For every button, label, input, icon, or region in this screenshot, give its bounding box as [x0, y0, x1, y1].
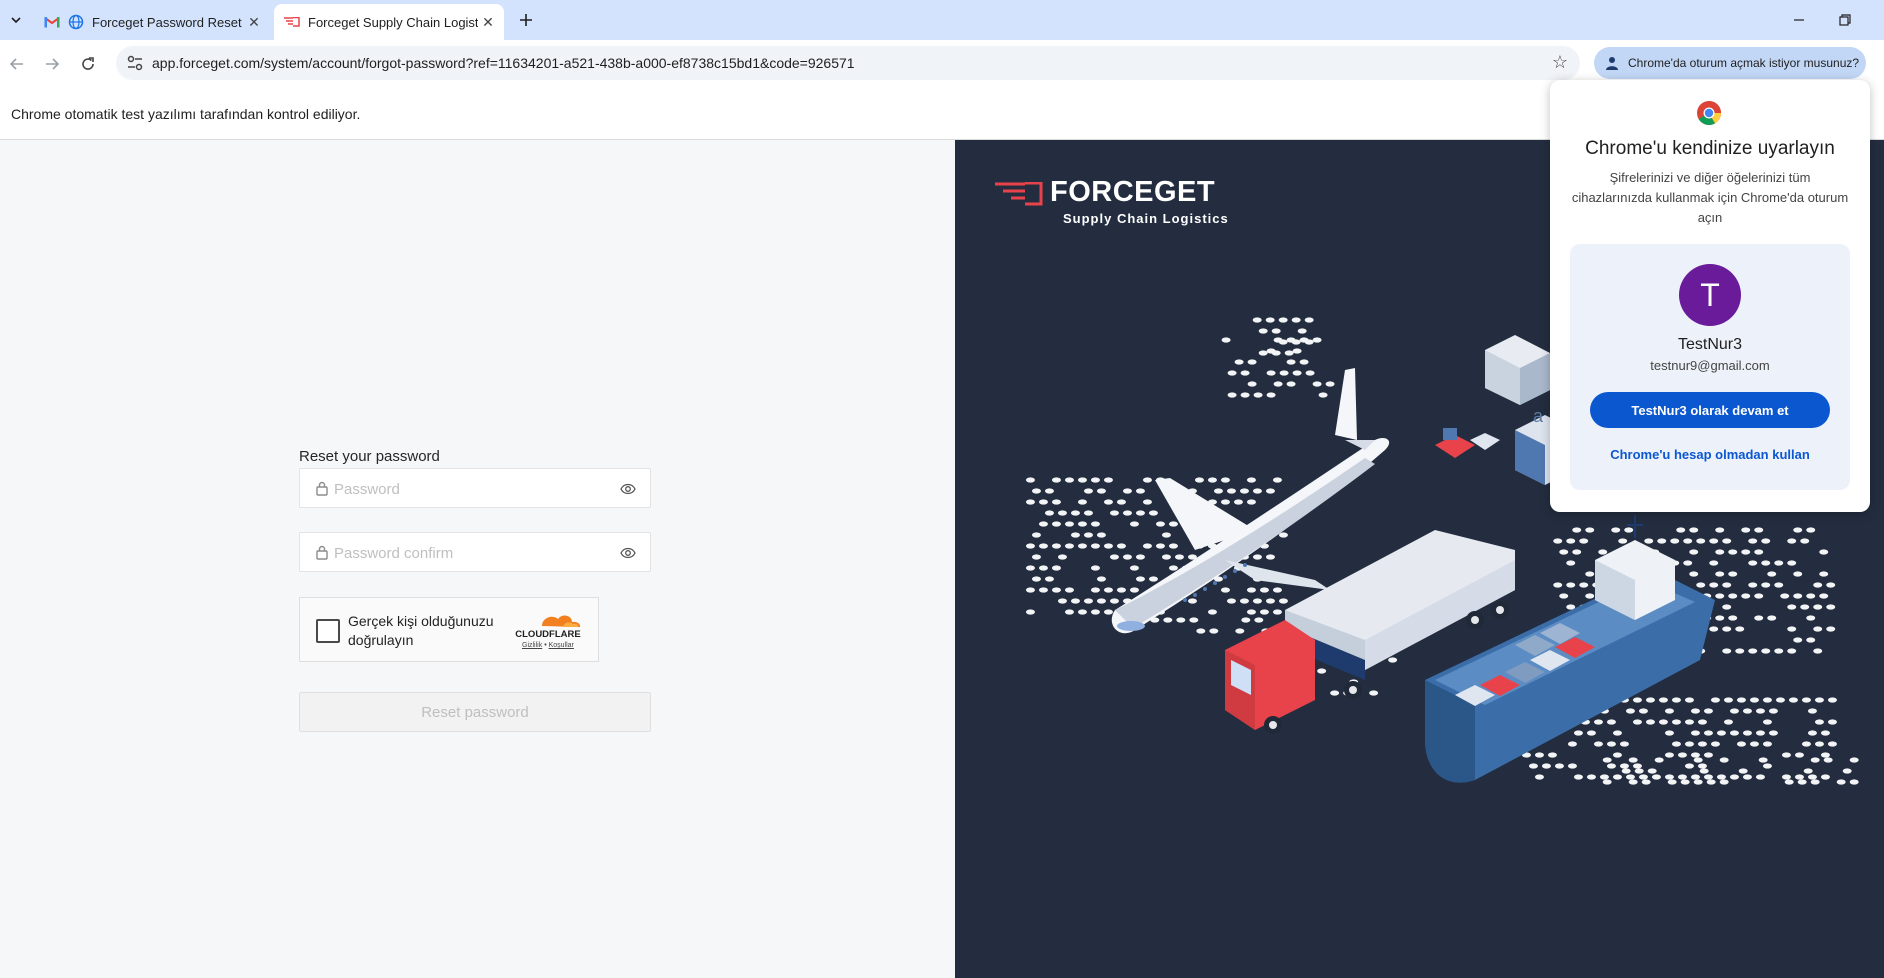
captcha-links: Gizlilik • Koşullar	[522, 642, 574, 649]
link-separator: •	[544, 642, 547, 649]
reload-icon	[82, 57, 94, 70]
restore-icon	[1839, 14, 1851, 26]
reset-password-button[interactable]: Reset password	[299, 692, 651, 732]
password-input[interactable]	[334, 477, 604, 501]
signin-chip[interactable]: Chrome'da oturum açmak istiyor musunuz?	[1594, 47, 1866, 79]
password-confirm-input[interactable]	[334, 541, 604, 565]
forceget-globe-icon	[68, 14, 84, 30]
use-without-account-link[interactable]: Chrome'u hesap olmadan kullan	[1570, 447, 1850, 462]
captcha-checkbox[interactable]	[316, 619, 340, 643]
lock-icon	[316, 481, 328, 496]
infobar-text: Chrome otomatik test yazılımı tarafından…	[11, 106, 361, 122]
account-card: T TestNur3 testnur9@gmail.com TestNur3 o…	[1570, 244, 1850, 490]
person-icon	[1606, 57, 1618, 70]
tab-supply-chain[interactable]: Forceget Supply Chain Logistics ✕	[274, 4, 504, 40]
bookmark-star-icon[interactable]: ☆	[1552, 52, 1568, 73]
captcha-label: Gerçek kişi olduğunuzu doğrulayın	[348, 613, 494, 648]
tab-title: Forceget Supply Chain Logistics	[308, 14, 478, 30]
cloudflare-turnstile: Gerçek kişi olduğunuzu doğrulayın CLOUDF…	[299, 597, 599, 662]
close-icon[interactable]: ✕	[244, 12, 264, 32]
svg-text:a: a	[1533, 406, 1544, 426]
new-tab-button[interactable]	[514, 8, 538, 32]
forward-button[interactable]	[38, 50, 66, 78]
brand-name: FORCEGET	[1050, 176, 1216, 208]
account-name: TestNur3	[1677, 336, 1743, 353]
tab-strip: Forceget Password Reset - t ✕ Forceget S…	[0, 0, 1884, 40]
chrome-signin-popup: Chrome'u kendinize uyarlayın Şifrelerini…	[1550, 80, 1870, 512]
reload-button[interactable]	[74, 50, 102, 78]
popup-title: Chrome'u kendinize uyarlayın	[1585, 138, 1835, 159]
eye-icon[interactable]	[620, 546, 636, 560]
url-text: app.forceget.com/system/account/forgot-p…	[152, 55, 855, 71]
tab-search-button[interactable]	[4, 8, 28, 32]
close-icon[interactable]: ✕	[478, 12, 498, 32]
signin-chip-label: Chrome'da oturum açmak istiyor musunuz?	[1628, 56, 1860, 70]
chevron-down-icon	[11, 17, 21, 24]
privacy-link[interactable]: Gizlilik	[522, 642, 542, 649]
eye-icon[interactable]	[620, 482, 636, 496]
svg-text:CLOUDFLARE: CLOUDFLARE	[515, 629, 580, 640]
restore-button[interactable]	[1830, 6, 1860, 34]
tab-title: Forceget Password Reset - t	[92, 14, 244, 30]
site-settings-icon[interactable]	[126, 54, 144, 72]
brand-tagline: Supply Chain Logistics	[1063, 211, 1229, 226]
plus-icon	[520, 14, 532, 26]
popup-description: Şifrelerinizi ve diğer öğelerinizi tüm c…	[1571, 170, 1849, 225]
speed-lines-icon	[995, 182, 1043, 206]
terms-link[interactable]: Koşullar	[549, 642, 574, 649]
account-email: testnur9@gmail.com	[1650, 358, 1770, 373]
gmail-icon	[44, 14, 60, 30]
continue-as-button[interactable]: TestNur3 olarak devam et	[1590, 392, 1830, 428]
minimize-icon	[1794, 19, 1804, 21]
forceget-logo-icon	[284, 14, 300, 30]
address-bar[interactable]: app.forceget.com/system/account/forgot-p…	[116, 46, 1580, 80]
lock-icon	[316, 545, 328, 560]
password-field[interactable]	[299, 468, 651, 508]
avatar: T	[1679, 264, 1741, 326]
cloudflare-logo: CLOUDFLARE	[515, 615, 581, 640]
tab-password-reset[interactable]: Forceget Password Reset - t ✕	[34, 4, 270, 40]
arrow-right-icon	[46, 58, 60, 70]
minimize-button[interactable]	[1784, 6, 1814, 34]
password-confirm-field[interactable]	[299, 532, 651, 572]
forklift-illustration	[1435, 428, 1500, 458]
arrow-left-icon	[9, 58, 23, 70]
back-button[interactable]	[3, 50, 31, 78]
chrome-logo-icon	[1697, 101, 1721, 126]
page-title: Reset your password	[299, 448, 440, 465]
